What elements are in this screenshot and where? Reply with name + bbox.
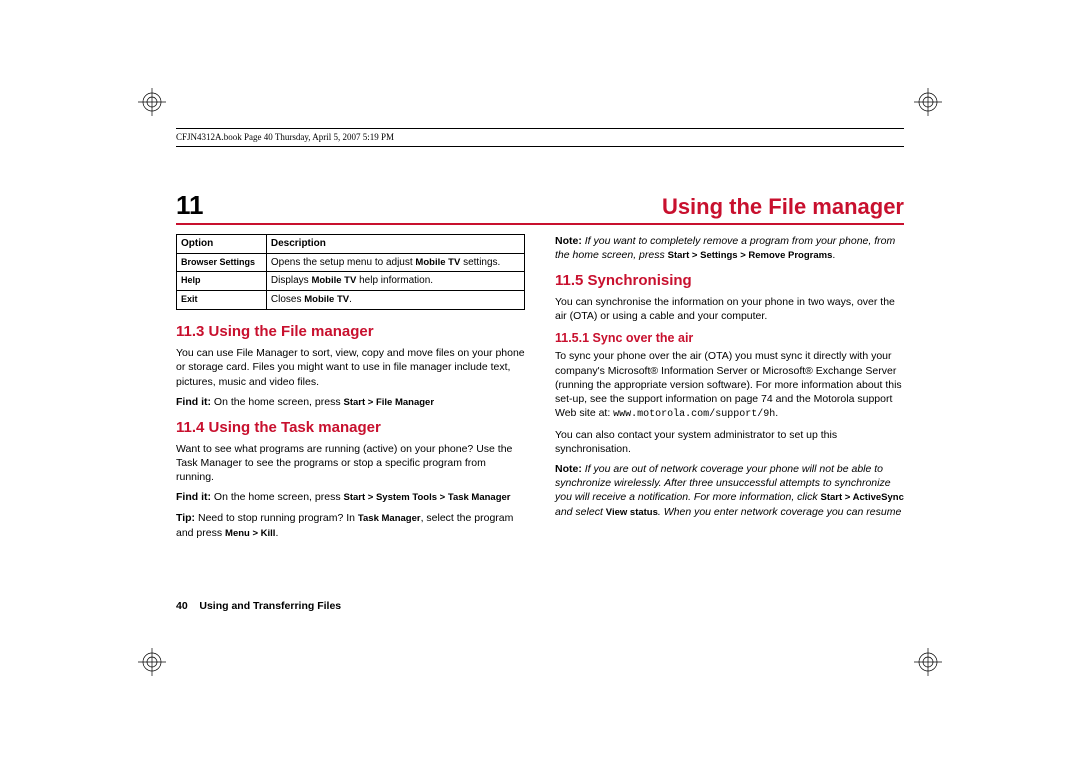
crop-mark-icon [914, 88, 942, 116]
option-cell: Help [177, 272, 267, 291]
left-column: Option Description Browser Settings Open… [176, 234, 525, 547]
body-text: Want to see what programs are running (a… [176, 442, 525, 485]
rule-line [176, 146, 904, 147]
table-row: Exit Closes Mobile TV. [177, 291, 525, 310]
page-footer: 40 Using and Transferring Files [176, 600, 341, 612]
chapter-header: 11 Using the File manager [176, 190, 904, 225]
crop-mark-icon [914, 648, 942, 676]
option-cell: Exit [177, 291, 267, 310]
rule-line [176, 128, 904, 129]
findit-line: Find it: On the home screen, press Start… [176, 395, 525, 410]
description-cell: Opens the setup menu to adjust Mobile TV… [266, 253, 524, 272]
option-cell: Browser Settings [177, 253, 267, 272]
footer-label: Using and Transferring Files [199, 600, 341, 612]
section-heading-11-3: 11.3 Using the File manager [176, 322, 525, 342]
crop-mark-icon [138, 88, 166, 116]
section-heading-11-5: 11.5 Synchronising [555, 271, 904, 291]
note-line: Note: If you want to completely remove a… [555, 234, 904, 263]
options-table: Option Description Browser Settings Open… [176, 234, 525, 310]
body-text: You can synchronise the information on y… [555, 295, 904, 323]
body-text: To sync your phone over the air (OTA) yo… [555, 349, 904, 421]
print-meta-header: CFJN4312A.book Page 40 Thursday, April 5… [176, 132, 394, 142]
description-cell: Closes Mobile TV. [266, 291, 524, 310]
page-number: 40 [176, 600, 188, 612]
body-text: You can use File Manager to sort, view, … [176, 346, 525, 389]
description-cell: Displays Mobile TV help information. [266, 272, 524, 291]
note-line: Note: If you are out of network coverage… [555, 462, 904, 520]
chapter-title: Using the File manager [662, 194, 904, 220]
table-row: Browser Settings Opens the setup menu to… [177, 253, 525, 272]
chapter-number: 11 [176, 190, 204, 221]
tip-line: Tip: Need to stop running program? In Ta… [176, 511, 525, 541]
table-header-option: Option [177, 235, 267, 254]
body-text: You can also contact your system adminis… [555, 428, 904, 456]
section-heading-11-4: 11.4 Using the Task manager [176, 418, 525, 438]
findit-line: Find it: On the home screen, press Start… [176, 490, 525, 505]
crop-mark-icon [138, 648, 166, 676]
right-column: Note: If you want to completely remove a… [555, 234, 904, 547]
table-header-description: Description [266, 235, 524, 254]
table-row: Help Displays Mobile TV help information… [177, 272, 525, 291]
subsection-heading-11-5-1: 11.5.1 Sync over the air [555, 330, 904, 347]
